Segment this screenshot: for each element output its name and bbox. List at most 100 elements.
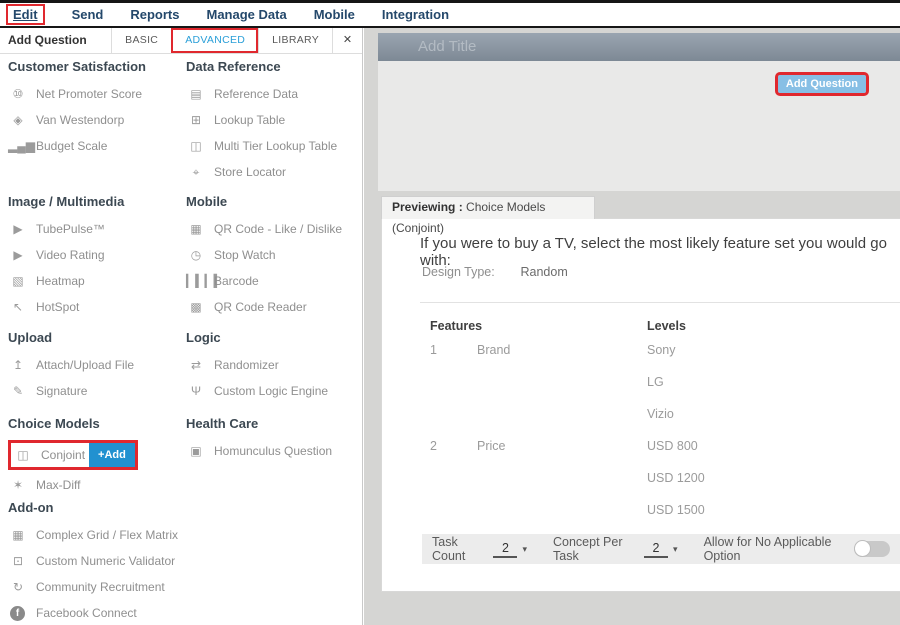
menu-item-integration[interactable]: Integration [382,7,449,22]
tab-basic[interactable]: BASIC [111,28,171,53]
sidebar-item-stop-watch[interactable]: ◷Stop Watch [186,242,360,268]
sidebar-item-label: Video Rating [36,248,105,262]
sidebar-item-qr-code-reader[interactable]: ▩QR Code Reader [186,294,360,320]
sidebar-item-label: Stop Watch [214,248,276,262]
sidebar-item-facebook-connect[interactable]: fFacebook Connect [8,600,182,625]
sidebar-item-label: Complex Grid / Flex Matrix [36,528,178,542]
section-title: Health Care [186,416,360,438]
no-applicable-option-toggle[interactable] [854,541,890,557]
level-value: Sony [647,343,890,375]
feature-row: 2PriceUSD 800USD 1200USD 1500 [430,439,890,535]
sidebar-item-label: Net Promoter Score [36,87,142,101]
sidebar-item-custom-numeric-validator[interactable]: ⊡Custom Numeric Validator [8,548,182,574]
sidebar-item-multi-tier-lookup-table[interactable]: ◫Multi Tier Lookup Table [186,133,360,159]
add-conjoint-button[interactable]: +Add [89,443,135,467]
section-title: Choice Models [8,416,182,438]
level-value: LG [647,375,890,407]
level-value: USD 800 [647,439,890,471]
sidebar-item-tubepulse[interactable]: ▶ TubePulse™ [8,216,182,242]
sidebar-section: Data Reference▤Reference Data⊞Lookup Tab… [186,59,360,185]
sidebar-item-community-recruitment[interactable]: ↻Community Recruitment [8,574,182,600]
bar-chart-icon: ▂▄▆ [8,139,28,153]
feature-rows: 1BrandSonyLGVizio2PriceUSD 800USD 1200US… [430,343,890,535]
tab-advanced[interactable]: ADVANCED [171,28,258,53]
features-levels-table: Features Levels 1BrandSonyLGVizio2PriceU… [430,319,890,535]
menu-item-edit[interactable]: Edit [13,7,38,22]
highlight-box-edit: Edit [6,4,45,25]
menu-item-reports[interactable]: Reports [130,7,179,22]
sidebar-item-barcode[interactable]: ▎▍▎▍ Barcode [186,268,360,294]
sidebar-item-custom-logic-engine[interactable]: ΨCustom Logic Engine [186,378,360,404]
no-applicable-option-label: Allow for No Applicable Option [704,535,842,563]
sidebar-section: Logic⇄RandomizerΨCustom Logic Engine [186,330,360,404]
feature-levels: SonyLGVizio [647,343,890,439]
concept-per-task-dropdown[interactable]: 2 ▾ [644,541,678,558]
section-title: Customer Satisfaction [8,59,182,81]
sidebar-item-label: TubePulse™ [36,222,105,236]
sidebar-item-label: Heatmap [36,274,85,288]
menu-item-manage-data[interactable]: Manage Data [206,7,286,22]
lookup-table-icon: ⊞ [186,113,206,127]
sidebar-item-label: Barcode [214,274,259,288]
feature-number: 2 [430,439,477,453]
sidebar-item-budget-scale[interactable]: ▂▄▆ Budget Scale [8,133,182,159]
sidebar-section: Upload↥Attach/Upload File ✎ Signature [8,330,182,404]
sidebar-item-homunculus-question[interactable]: ▣Homunculus Question [186,438,360,464]
level-value: USD 1200 [647,471,890,503]
survey-header-section: Add Question [378,61,900,191]
sidebar-item-label: QR Code Reader [214,300,307,314]
sidebar-item-lookup-table[interactable]: ⊞ Lookup Table [186,107,360,133]
film-play-icon: ▶ [8,222,28,236]
add-title-field[interactable]: Add Title [378,33,900,61]
previewing-label: Previewing : [392,200,463,214]
sidebar-item-van-westendorp[interactable]: ◈Van Westendorp [8,107,182,133]
signature-icon: ✎ [8,384,28,398]
sidebar-section: Choice Models ◫Conjoint+Add ✶Max-Diff [8,416,182,498]
multi-tier-lookup-icon: ◫ [186,139,206,153]
tab-library[interactable]: LIBRARY [258,28,332,53]
feature-name: Price [477,439,647,453]
video-rating-icon: ▶ [8,248,28,262]
sidebar-item-signature[interactable]: ✎ Signature [8,378,182,404]
sidebar-item-max-diff[interactable]: ✶Max-Diff [8,472,182,498]
sidebar-item-label: Budget Scale [36,139,107,153]
sidebar-item-complex-grid-flex-matrix[interactable]: ▦ Complex Grid / Flex Matrix [8,522,182,548]
sidebar-item-conjoint[interactable]: ◫Conjoint [11,443,89,467]
section-title: Upload [8,330,182,352]
sidebar-item-heatmap[interactable]: ▧Heatmap [8,268,182,294]
panel-title: Add Question [0,28,111,53]
toggle-knob [854,540,871,557]
sidebar-item-store-locator[interactable]: ⌖Store Locator [186,159,360,185]
sidebar-item-reference-data[interactable]: ▤Reference Data [186,81,360,107]
shuffle-icon: ⇄ [186,358,206,372]
grid-icon: ▦ [8,528,28,542]
sidebar-item-label: Facebook Connect [36,606,137,620]
sidebar-item-attach-upload-file[interactable]: ↥Attach/Upload File [8,352,182,378]
sidebar-item-net-promoter-score[interactable]: ⑩Net Promoter Score [8,81,182,107]
level-value: USD 1500 [647,503,890,535]
sidebar-item-label: QR Code - Like / Dislike [214,222,342,236]
feature-levels: USD 800USD 1200USD 1500 [647,439,890,535]
question-text: If you were to buy a TV, select the most… [420,235,900,269]
sidebar-item-video-rating[interactable]: ▶ Video Rating [8,242,182,268]
survey-builder-window: Edit Send Reports Manage Data Mobile Int… [0,0,900,625]
sidebar-item-label: Signature [36,384,87,398]
features-header: Features [430,319,647,333]
sidebar-item-randomizer[interactable]: ⇄Randomizer [186,352,360,378]
sidebar-item-hotspot[interactable]: ↖HotSpot [8,294,182,320]
concept-per-task-value: 2 [644,541,668,558]
barcode-icon: ▎▍▎▍ [186,274,206,288]
menu-item-mobile[interactable]: Mobile [314,7,355,22]
task-count-dropdown[interactable]: 2 ▾ [493,541,527,558]
levels-header: Levels [647,319,890,333]
sidebar-item-label: Homunculus Question [214,444,332,458]
sidebar-item-qr-code-like-dislike[interactable]: ▦QR Code - Like / Dislike [186,216,360,242]
close-icon[interactable]: ✕ [332,28,362,53]
price-tag-icon: ◈ [8,113,28,127]
sidebar-item-label: Lookup Table [214,113,285,127]
sidebar-item-label: Attach/Upload File [36,358,134,372]
numeric-validator-icon: ⊡ [8,554,28,568]
feature-name: Brand [477,343,647,357]
add-question-button[interactable]: Add Question [778,75,866,93]
menu-item-send[interactable]: Send [72,7,104,22]
